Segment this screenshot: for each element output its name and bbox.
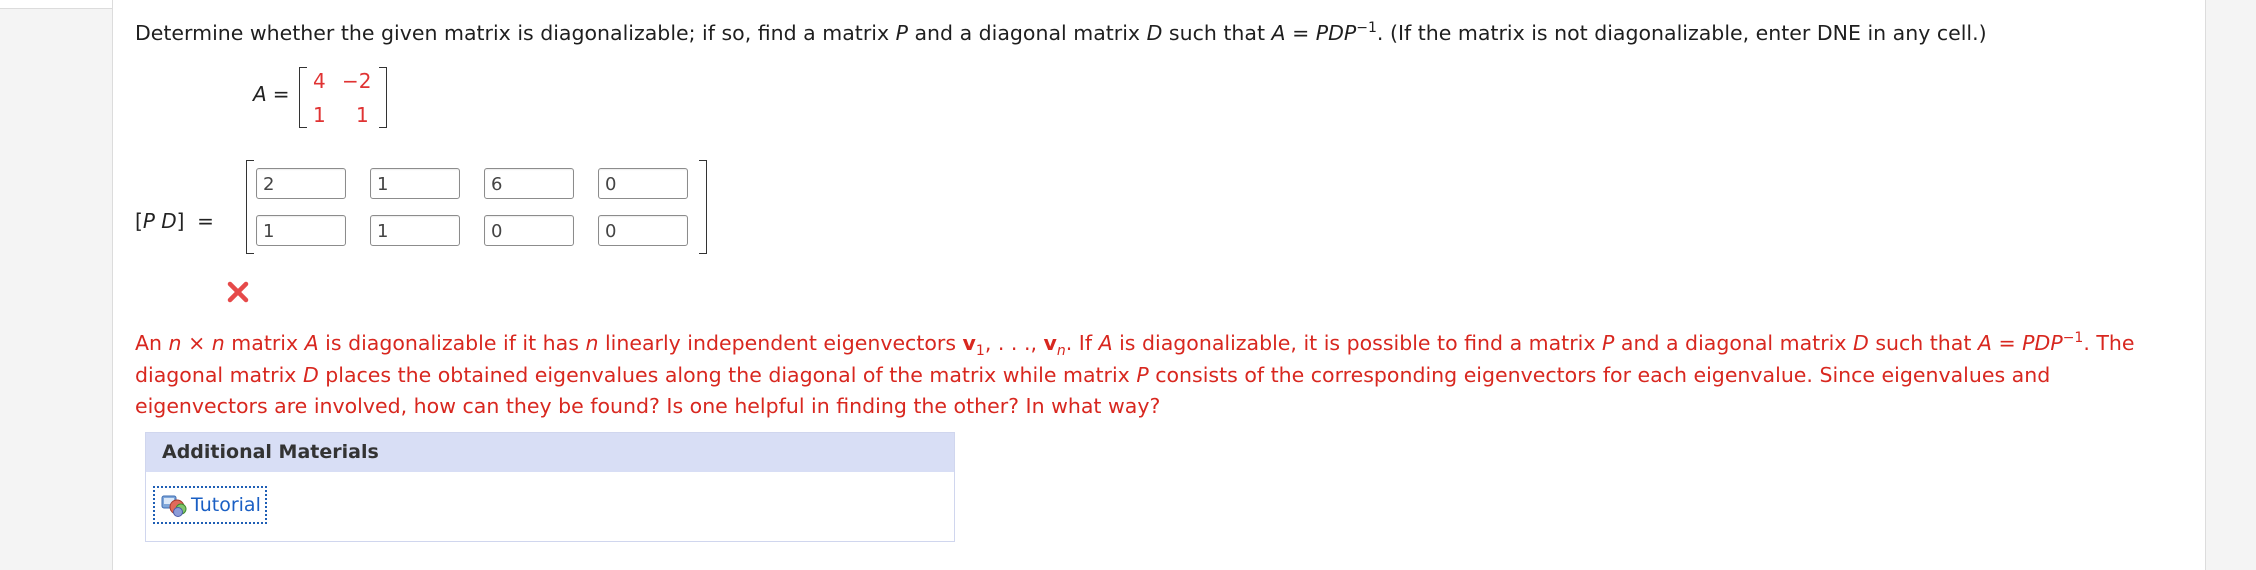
wrong-x-icon: [227, 281, 249, 303]
question-text: Determine whether the given matrix is di…: [135, 20, 1987, 45]
matrix-a-right-bracket: [379, 67, 387, 128]
question-panel: Determine whether the given matrix is di…: [112, 0, 2206, 570]
tutorial-icon: [161, 495, 187, 517]
feedback-hint: An n × n matrix A is diagonalizable if i…: [135, 330, 2135, 418]
additional-materials-heading: Additional Materials: [146, 433, 954, 472]
matrix-a-label: A =: [253, 82, 290, 106]
tutorial-link[interactable]: Tutorial: [153, 486, 267, 524]
pd-cell-input[interactable]: [256, 215, 346, 246]
matrix-a-cell: 1: [356, 103, 369, 127]
matrix-a-cell: 4: [313, 69, 326, 93]
pd-cell-input[interactable]: [370, 215, 460, 246]
pd-cell-input[interactable]: [256, 168, 346, 199]
pd-cell-input[interactable]: [370, 168, 460, 199]
pd-cell-input[interactable]: [484, 168, 574, 199]
additional-materials-box: Additional Materials Tutorial: [145, 432, 955, 542]
matrix-a-left-bracket: [299, 67, 307, 128]
pd-cell-input[interactable]: [484, 215, 574, 246]
pd-cell-input[interactable]: [598, 215, 688, 246]
matrix-a-cell: −2: [342, 69, 372, 93]
tutorial-label[interactable]: Tutorial: [191, 494, 261, 516]
pd-cell-input[interactable]: [598, 168, 688, 199]
pd-matrix-left-bracket: [246, 160, 254, 254]
matrix-a-cell: 1: [313, 103, 326, 127]
pd-matrix-label: [P D] =: [135, 209, 214, 233]
pd-matrix-right-bracket: [699, 160, 707, 254]
